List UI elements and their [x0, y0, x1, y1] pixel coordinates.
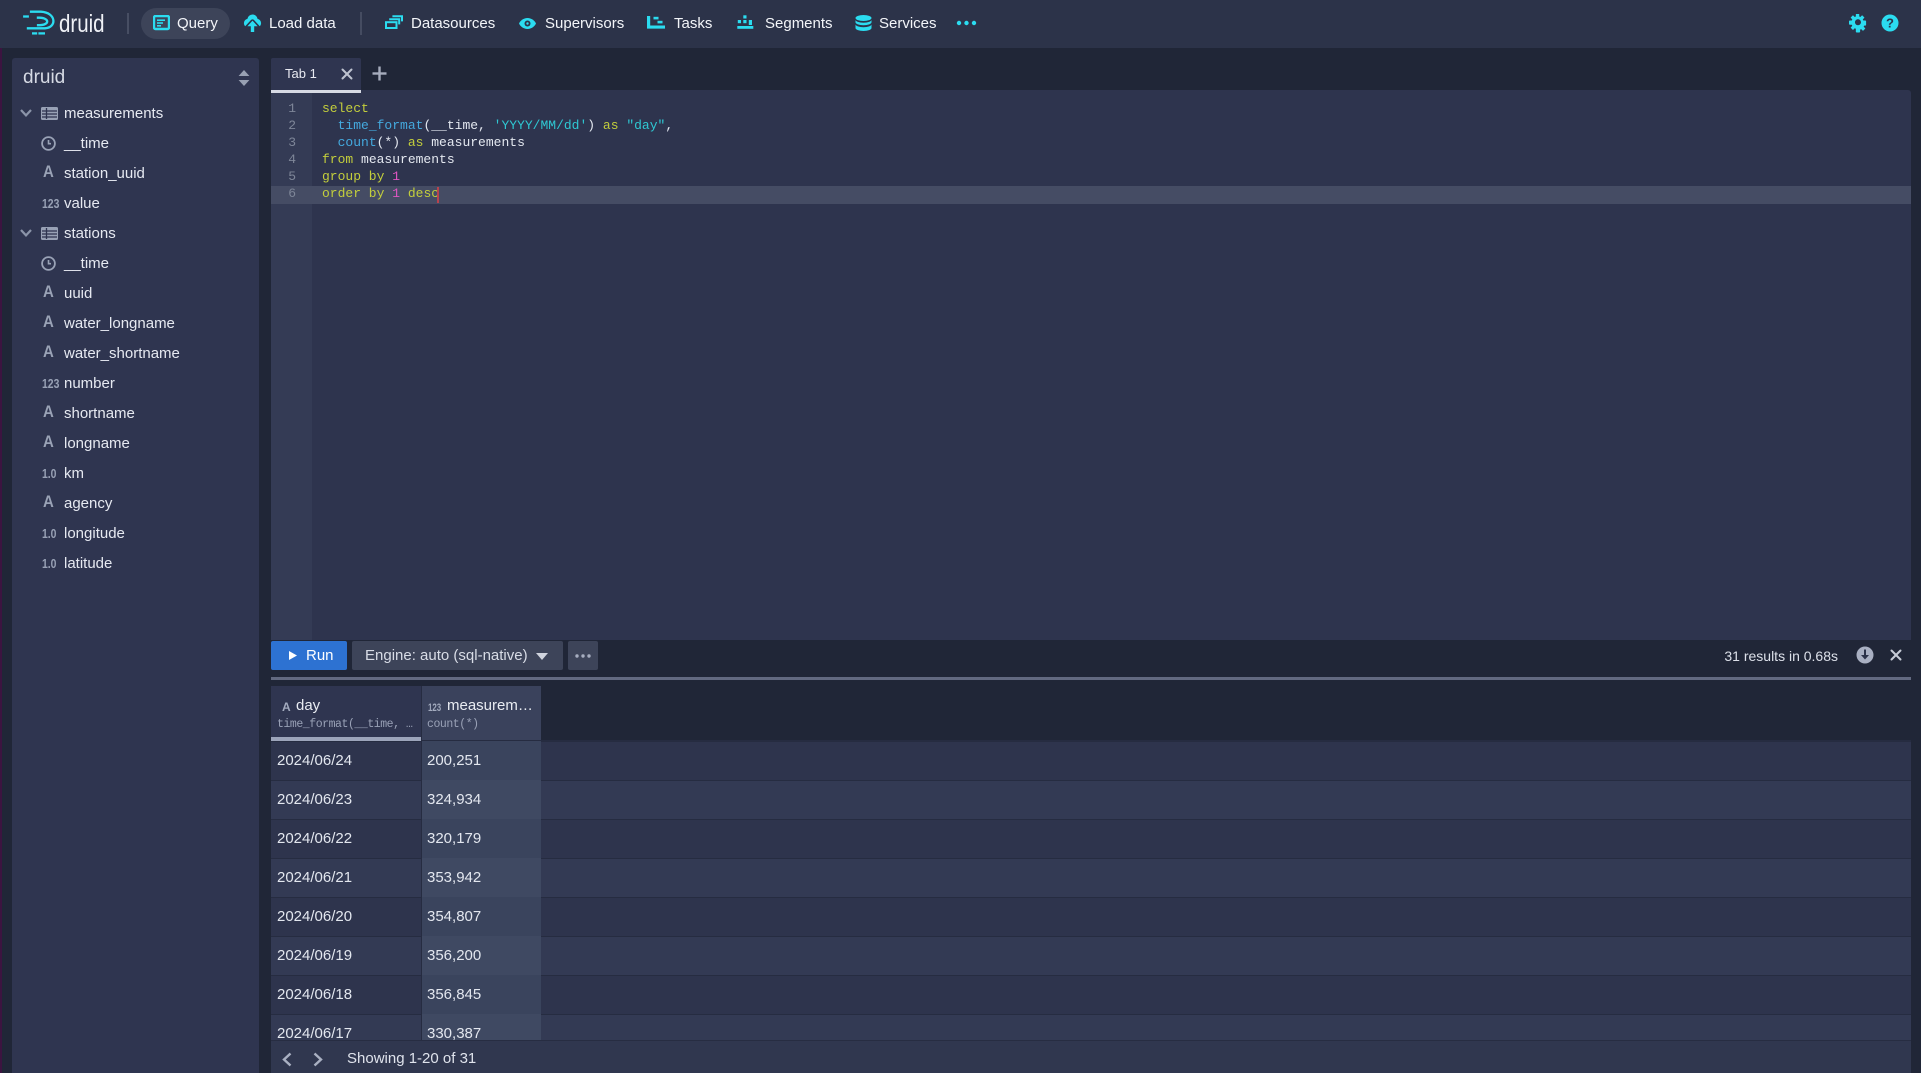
svg-text:?: ? [1886, 16, 1894, 31]
